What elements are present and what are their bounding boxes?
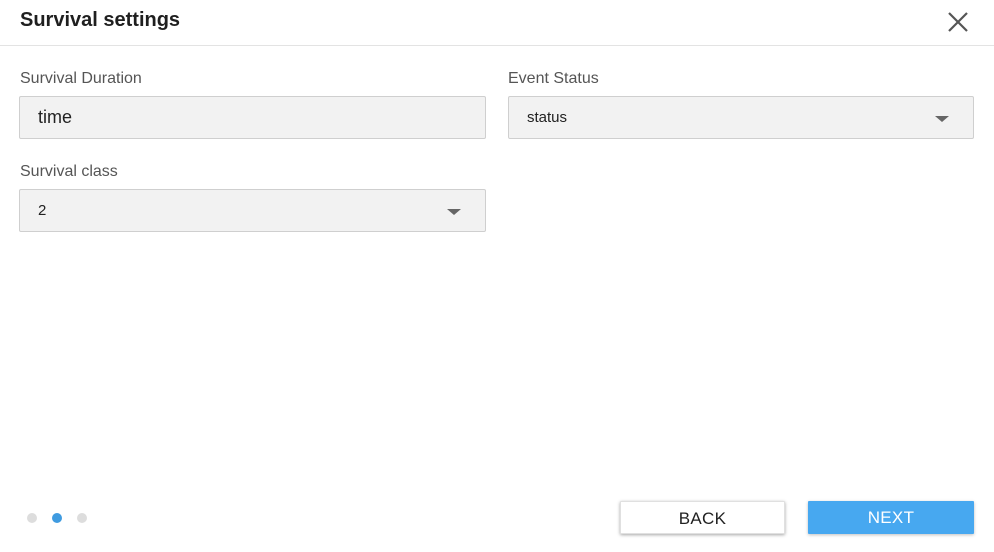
survival-duration-field[interactable]: time — [19, 96, 486, 139]
event-status-value: status — [527, 109, 568, 126]
survival-class-value: 2 — [38, 202, 47, 219]
survival-duration-label: Survival Duration — [20, 70, 142, 87]
dialog-title: Survival settings — [20, 9, 181, 31]
survival-class-select[interactable]: 2 — [19, 189, 486, 232]
survival-class-label: Survival class — [20, 163, 118, 180]
survival-settings-dialog: Survival settings Survival Duration time… — [0, 0, 994, 552]
dialog-header: Survival settings — [0, 0, 994, 46]
next-button[interactable]: NEXT — [808, 501, 974, 534]
chevron-down-icon — [447, 209, 461, 215]
step-dot-2-active — [52, 513, 62, 523]
close-icon[interactable] — [944, 8, 972, 36]
survival-duration-value: time — [38, 107, 73, 127]
step-dot-1 — [27, 513, 37, 523]
chevron-down-icon — [935, 116, 949, 122]
event-status-label: Event Status — [508, 70, 599, 87]
back-button[interactable]: BACK — [620, 501, 785, 534]
step-dot-3 — [77, 513, 87, 523]
event-status-select[interactable]: status — [508, 96, 974, 139]
